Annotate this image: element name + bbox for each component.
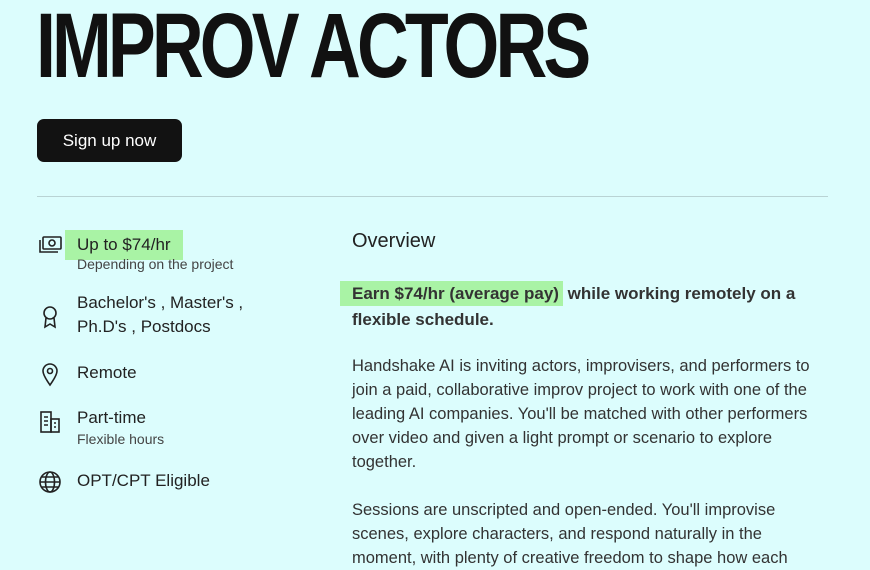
money-icon <box>37 231 63 257</box>
award-icon <box>37 304 63 330</box>
location-label: Remote <box>77 363 137 382</box>
paragraph-sessions: Sessions are unscripted and open-ended. … <box>352 501 788 567</box>
pay-highlight: Earn $74/hr (average pay) <box>340 281 563 306</box>
pay-sub: Depending on the project <box>77 256 234 272</box>
sign-up-button[interactable]: Sign up now <box>37 119 182 162</box>
education-line2: Ph.D's , Postdocs <box>77 317 211 336</box>
location-pin-icon <box>37 361 63 387</box>
building-icon <box>37 409 63 435</box>
overview-heading: Overview <box>352 230 436 252</box>
eligibility-label: OPT/CPT Eligible <box>77 471 210 490</box>
schedule-sub: Flexible hours <box>77 431 165 447</box>
divider <box>37 196 828 197</box>
schedule-label: Part-time <box>77 408 146 427</box>
page-title: IMPROV ACTORS <box>36 0 591 97</box>
globe-icon <box>37 469 63 495</box>
paragraph-intro: Handshake AI is inviting actors, improvi… <box>352 357 810 471</box>
education-line1: Bachelor's , Master's , <box>77 293 244 312</box>
lead-text: Earn $74/hr (average pay) while working … <box>340 281 832 333</box>
